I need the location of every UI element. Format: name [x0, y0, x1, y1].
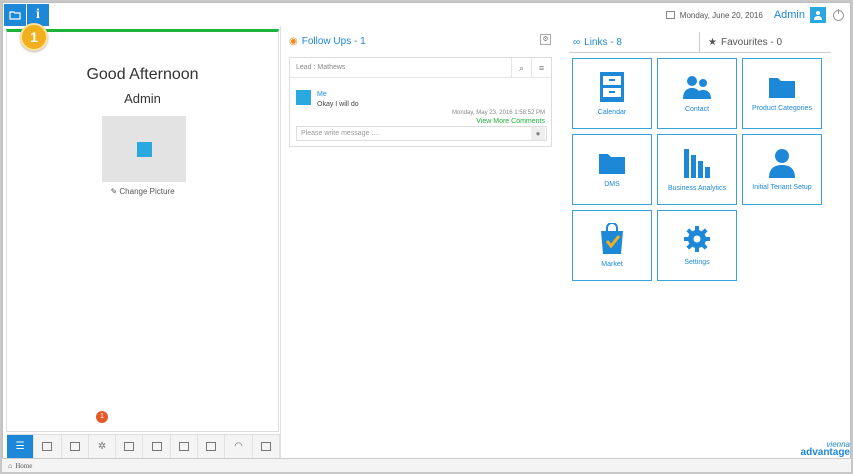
followup-card: Lead : Mathews ⌕ ≡ Me Okay I will do Mon…: [289, 57, 552, 147]
notes-tab[interactable]: [143, 435, 171, 458]
profile-tab[interactable]: ☰: [7, 435, 35, 458]
folder-button[interactable]: [4, 4, 26, 26]
folder-icon: [9, 11, 21, 20]
info-icon: i: [36, 7, 40, 22]
zoom-icon[interactable]: ⌕: [511, 58, 531, 78]
links-grid: Calendar Contact Product Categories DMS …: [572, 58, 822, 281]
user-icon: [814, 11, 822, 20]
dashboard-tab[interactable]: ◠: [225, 435, 253, 458]
tile-label: Settings: [684, 259, 710, 266]
clipboard-icon: [69, 442, 80, 451]
feed-icon[interactable]: ≡: [531, 58, 551, 78]
tile-label: DMS: [604, 181, 620, 188]
change-picture-link[interactable]: ✎ Change Picture: [7, 187, 278, 196]
profile-name: Admin: [124, 91, 161, 106]
step-badge: 1: [20, 23, 48, 51]
power-icon[interactable]: [833, 8, 844, 21]
bar-chart-icon: [684, 149, 710, 178]
team-icon: ✲: [97, 441, 107, 452]
followups-settings-button[interactable]: ⚙: [540, 34, 551, 45]
comment-text: Okay I will do: [317, 101, 359, 108]
gear-icon: [684, 226, 710, 252]
document-icon: [260, 442, 271, 451]
top-bar: i 1 Monday, June 20, 2016 Admin: [3, 3, 850, 51]
notification-badge: 1: [96, 411, 108, 423]
org-chart-icon: [42, 442, 53, 451]
notes-icon: [151, 442, 162, 451]
avatar-placeholder-icon: [136, 141, 152, 157]
link-tile-dms[interactable]: DMS: [572, 134, 652, 205]
shopping-bag-icon: [601, 223, 623, 254]
comment-timestamp: Monday, May 23, 2016 1:58:52 PM: [452, 110, 545, 116]
greeting: Good Afternoon: [86, 66, 199, 83]
team-tab[interactable]: ✲: [89, 435, 117, 458]
links-tabs: ∞ Links - 8 ★ Favourites - 0: [569, 32, 831, 53]
rss-icon: ◉: [289, 36, 298, 47]
edit-icon: [206, 442, 217, 451]
link-icon: ∞: [573, 37, 581, 48]
brand-line-2: advantage: [800, 447, 850, 458]
comment-avatar: [296, 90, 311, 105]
top-right-info: Monday, June 20, 2016 Admin: [665, 7, 844, 23]
tile-label: Product Categories: [752, 105, 812, 112]
folder-icon: [599, 154, 625, 174]
panel-divider: [280, 26, 281, 458]
link-tile-initial-tenant-setup[interactable]: Initial Tenant Setup: [742, 134, 822, 205]
folder-icon: [769, 78, 795, 98]
documents-tab[interactable]: [253, 435, 280, 458]
user-list-icon: ☰: [15, 441, 25, 452]
comment-user[interactable]: Me: [317, 91, 327, 98]
star-icon: ★: [708, 37, 717, 48]
gauge-icon: ◠: [234, 441, 243, 452]
profile-panel: Good Afternoon Admin ✎ Change Picture 1: [6, 29, 279, 432]
view-more-comments-link[interactable]: View More Comments: [476, 118, 545, 125]
user-icon: [769, 149, 795, 178]
list-tab[interactable]: [171, 435, 199, 458]
status-bar: ⌂ Home: [2, 458, 851, 472]
tab-favourites[interactable]: ★ Favourites - 0: [708, 32, 782, 53]
org-tab[interactable]: [34, 435, 62, 458]
link-tile-calendar[interactable]: Calendar: [572, 58, 652, 129]
message-input[interactable]: Please write message .... ●: [296, 126, 547, 141]
send-comment-icon[interactable]: ●: [531, 127, 545, 140]
profile-picture: [102, 116, 186, 182]
home-link[interactable]: Home: [15, 462, 32, 470]
calendar-icon: [600, 72, 624, 102]
brand-logo: vienna advantage: [800, 441, 850, 458]
tasks-tab[interactable]: [62, 435, 89, 458]
tile-label: Business Analytics: [668, 185, 726, 192]
change-picture-label: Change Picture: [119, 187, 175, 196]
lead-label: Lead : Mathews: [296, 64, 346, 71]
tile-label: Contact: [684, 106, 710, 113]
tab-links-label: Links - 8: [584, 37, 622, 48]
tile-label: Market: [601, 261, 623, 268]
tab-links[interactable]: ∞ Links - 8: [569, 32, 700, 53]
list-icon: [178, 442, 189, 451]
user-avatar[interactable]: [810, 7, 826, 23]
followups-title-text: Follow Ups - 1: [301, 36, 366, 47]
calendar-tab[interactable]: [116, 435, 144, 458]
bottom-toolbar: ☰ ✲ ◠: [7, 434, 280, 458]
link-tile-market[interactable]: Market: [572, 210, 652, 281]
calendar-grid-icon: [124, 442, 135, 451]
current-date: Monday, June 20, 2016: [679, 10, 763, 20]
contact-icon: [683, 76, 711, 99]
followups-title: ◉ Follow Ups - 1: [289, 36, 366, 47]
link-tile-contact[interactable]: Contact: [657, 58, 737, 129]
tile-label: Initial Tenant Setup: [752, 184, 812, 191]
home-icon[interactable]: ⌂: [8, 462, 12, 470]
link-tile-settings[interactable]: Settings: [657, 210, 737, 281]
tab-favourites-label: Favourites - 0: [720, 37, 783, 48]
user-name-link[interactable]: Admin: [774, 9, 805, 21]
tile-label: Calendar: [597, 109, 627, 116]
calendar-icon: [665, 11, 675, 19]
link-tile-business-analytics[interactable]: Business Analytics: [657, 134, 737, 205]
edit-tab[interactable]: [198, 435, 226, 458]
followup-header: Lead : Mathews ⌕ ≡: [290, 58, 551, 78]
message-placeholder: Please write message ....: [301, 130, 380, 137]
link-tile-product-categories[interactable]: Product Categories: [742, 58, 822, 129]
